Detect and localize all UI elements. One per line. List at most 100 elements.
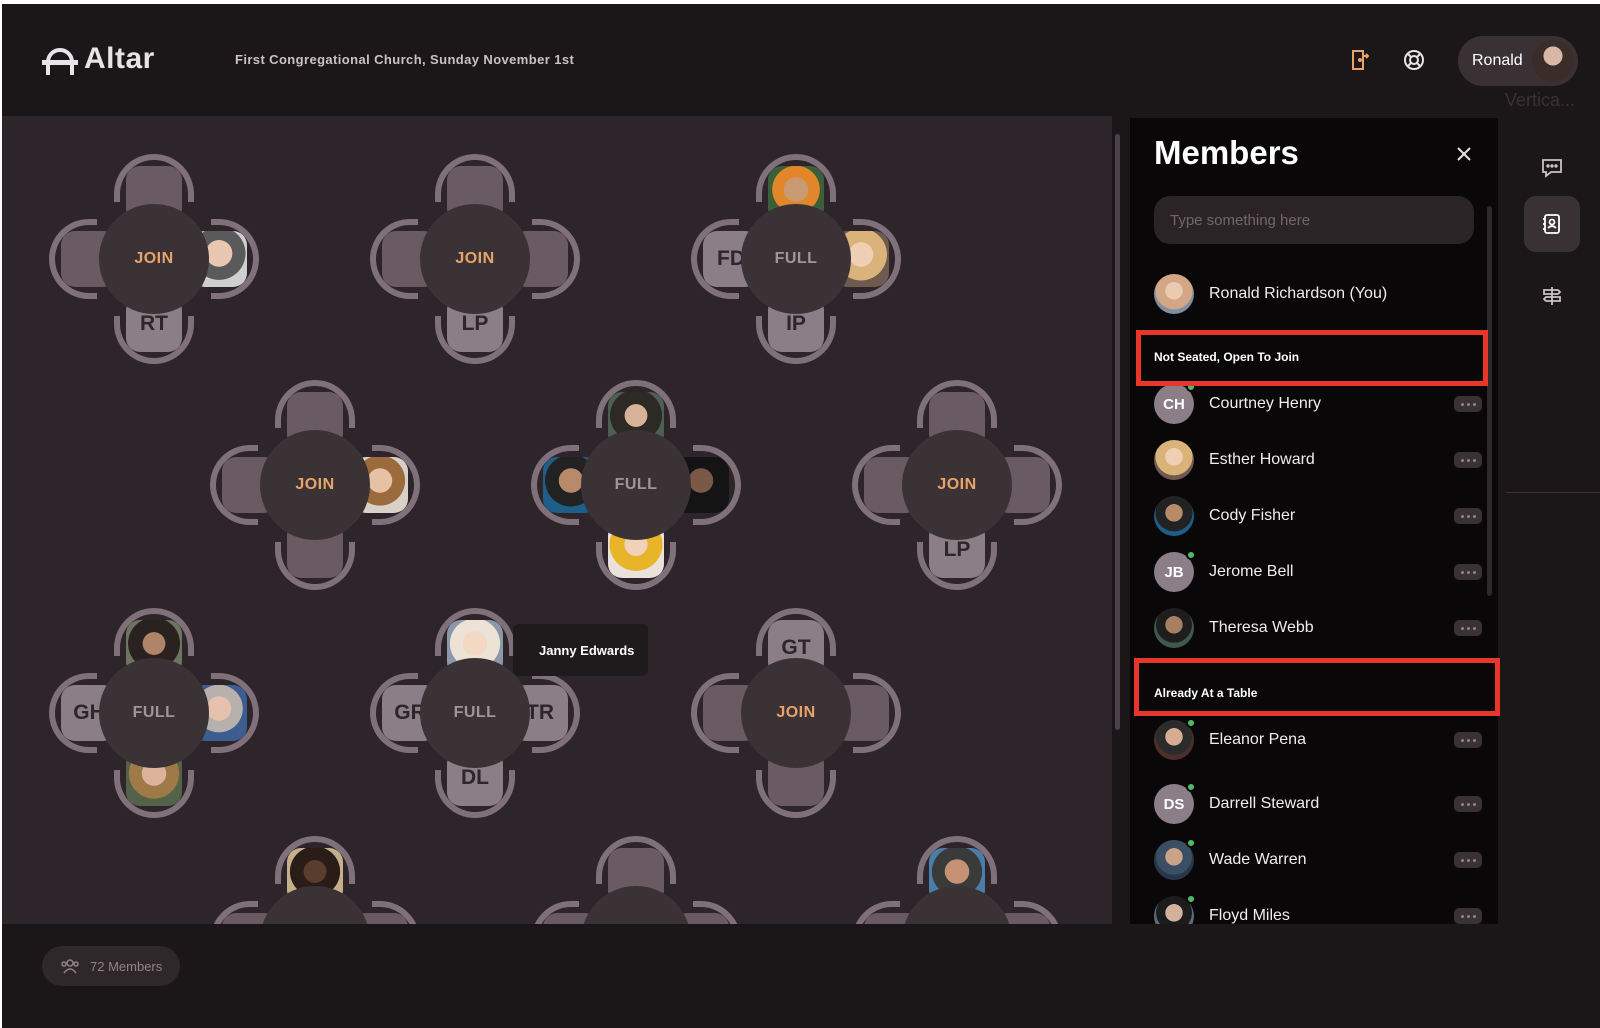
member-tooltip: Janny Edwards bbox=[513, 624, 648, 676]
seating-canvas[interactable]: RT JOIN LP JOIN FD IP FULL JOIN FULL LP … bbox=[2, 116, 1112, 924]
door-exit-icon[interactable] bbox=[1348, 48, 1372, 72]
bottom-bar: 72 Members bbox=[2, 924, 1600, 1028]
contacts-icon[interactable] bbox=[1524, 196, 1580, 252]
avatar bbox=[1154, 274, 1194, 314]
list-item[interactable]: Esther Howard bbox=[1154, 438, 1482, 482]
avatar bbox=[1154, 608, 1194, 648]
avatar bbox=[1154, 894, 1196, 924]
member-name: Ronald Richardson (You) bbox=[1209, 285, 1388, 302]
table-full-label: FULL bbox=[99, 658, 209, 768]
more-options-icon[interactable] bbox=[1454, 732, 1482, 748]
member-name: Cody Fisher bbox=[1209, 507, 1296, 524]
more-options-icon[interactable] bbox=[1454, 564, 1482, 580]
join-table-button[interactable]: JOIN bbox=[260, 430, 370, 540]
join-table-button[interactable]: JOIN bbox=[420, 204, 530, 314]
people-icon bbox=[60, 958, 80, 974]
user-name: Ronald bbox=[1472, 52, 1523, 69]
list-item[interactable]: DS Darrell Steward bbox=[1154, 782, 1482, 826]
member-you[interactable]: Ronald Richardson (You) bbox=[1154, 272, 1482, 316]
avatar-initials: DS bbox=[1163, 795, 1185, 813]
table-hub bbox=[581, 886, 691, 924]
member-name: Esther Howard bbox=[1209, 451, 1315, 468]
join-table-button[interactable]: JOIN bbox=[741, 658, 851, 768]
members-panel: Members Ronald Richardson (You) Not Seat… bbox=[1130, 118, 1498, 924]
table-11 bbox=[531, 836, 741, 924]
member-name: Wade Warren bbox=[1209, 851, 1307, 868]
user-avatar bbox=[1532, 40, 1574, 82]
highlight-box bbox=[1136, 330, 1488, 386]
more-options-icon[interactable] bbox=[1454, 396, 1482, 412]
table-full-label: FULL bbox=[420, 658, 530, 768]
list-item[interactable]: Wade Warren bbox=[1154, 838, 1482, 882]
more-options-icon[interactable] bbox=[1454, 508, 1482, 524]
members-count-button[interactable]: 72 Members bbox=[42, 946, 180, 986]
list-item[interactable]: Eleanor Pena bbox=[1154, 718, 1482, 762]
online-status-icon bbox=[1186, 782, 1196, 792]
join-table-button[interactable]: JOIN bbox=[99, 204, 209, 314]
list-item[interactable]: Cody Fisher bbox=[1154, 494, 1482, 538]
table-1: RT JOIN bbox=[49, 154, 259, 364]
member-name: Jerome Bell bbox=[1209, 563, 1294, 580]
list-item[interactable]: Floyd Miles bbox=[1154, 894, 1482, 924]
canvas-scrollbar[interactable] bbox=[1115, 134, 1120, 730]
table-6: LP JOIN bbox=[852, 380, 1062, 590]
signpost-icon[interactable] bbox=[1524, 268, 1580, 324]
close-icon[interactable] bbox=[1452, 142, 1476, 166]
online-status-icon bbox=[1186, 550, 1196, 560]
table-4: JOIN bbox=[210, 380, 420, 590]
avatar: CH bbox=[1154, 382, 1196, 424]
avatar-initials: JB bbox=[1164, 563, 1184, 581]
online-status-icon bbox=[1186, 838, 1196, 848]
avatar: JB bbox=[1154, 550, 1196, 592]
members-count-label: 72 Members bbox=[90, 958, 163, 974]
table-12 bbox=[852, 836, 1062, 924]
member-search-input[interactable] bbox=[1154, 196, 1474, 244]
table-hub[interactable] bbox=[260, 886, 370, 924]
member-name: Courtney Henry bbox=[1209, 395, 1322, 412]
table-10 bbox=[210, 836, 420, 924]
event-title: First Congregational Church, Sunday Nove… bbox=[235, 52, 575, 67]
join-table-button[interactable]: JOIN bbox=[902, 430, 1012, 540]
list-item[interactable]: JB Jerome Bell bbox=[1154, 550, 1482, 594]
list-item[interactable]: Theresa Webb bbox=[1154, 606, 1482, 650]
panel-title: Members bbox=[1154, 134, 1299, 171]
online-status-icon bbox=[1186, 718, 1196, 728]
avatar bbox=[1154, 718, 1196, 760]
more-options-icon[interactable] bbox=[1454, 796, 1482, 812]
avatar: DS bbox=[1154, 782, 1196, 824]
table-2: LP JOIN bbox=[370, 154, 580, 364]
member-name: Eleanor Pena bbox=[1209, 731, 1306, 748]
more-options-icon[interactable] bbox=[1454, 620, 1482, 636]
avatar bbox=[1154, 838, 1196, 880]
logo[interactable]: Altar bbox=[42, 42, 155, 76]
more-options-icon[interactable] bbox=[1454, 852, 1482, 868]
avatar bbox=[1154, 440, 1194, 480]
online-status-icon bbox=[1186, 894, 1196, 904]
member-name: Floyd Miles bbox=[1209, 907, 1290, 924]
table-7: GH FULL bbox=[49, 608, 259, 818]
more-options-icon[interactable] bbox=[1454, 452, 1482, 468]
avatar bbox=[1154, 496, 1194, 536]
list-item[interactable]: CH Courtney Henry bbox=[1154, 382, 1482, 426]
table-5: FULL bbox=[531, 380, 741, 590]
more-options-icon[interactable] bbox=[1454, 908, 1482, 924]
table-full-label: FULL bbox=[741, 204, 851, 314]
top-bar: Altar First Congregational Church, Sunda… bbox=[2, 4, 1600, 116]
user-menu[interactable]: Ronald bbox=[1458, 36, 1578, 86]
avatar-initials: CH bbox=[1163, 395, 1185, 413]
table-9: GT JOIN bbox=[691, 608, 901, 818]
app-name: Altar bbox=[84, 42, 155, 75]
rail-divider bbox=[1506, 492, 1600, 493]
chat-icon[interactable] bbox=[1524, 140, 1580, 196]
panel-scrollbar[interactable] bbox=[1487, 206, 1492, 596]
lifebuoy-icon[interactable] bbox=[1402, 48, 1426, 72]
table-3: FD IP FULL bbox=[691, 154, 901, 364]
app-window: Altar First Congregational Church, Sunda… bbox=[2, 4, 1600, 1028]
table-hub[interactable] bbox=[902, 886, 1012, 924]
altar-logo-icon bbox=[42, 42, 78, 76]
highlight-box bbox=[1134, 658, 1500, 716]
member-name: Theresa Webb bbox=[1209, 619, 1314, 636]
table-full-label: FULL bbox=[581, 430, 691, 540]
ghost-label: Vertica... bbox=[1505, 90, 1576, 110]
member-name: Darrell Steward bbox=[1209, 795, 1320, 812]
